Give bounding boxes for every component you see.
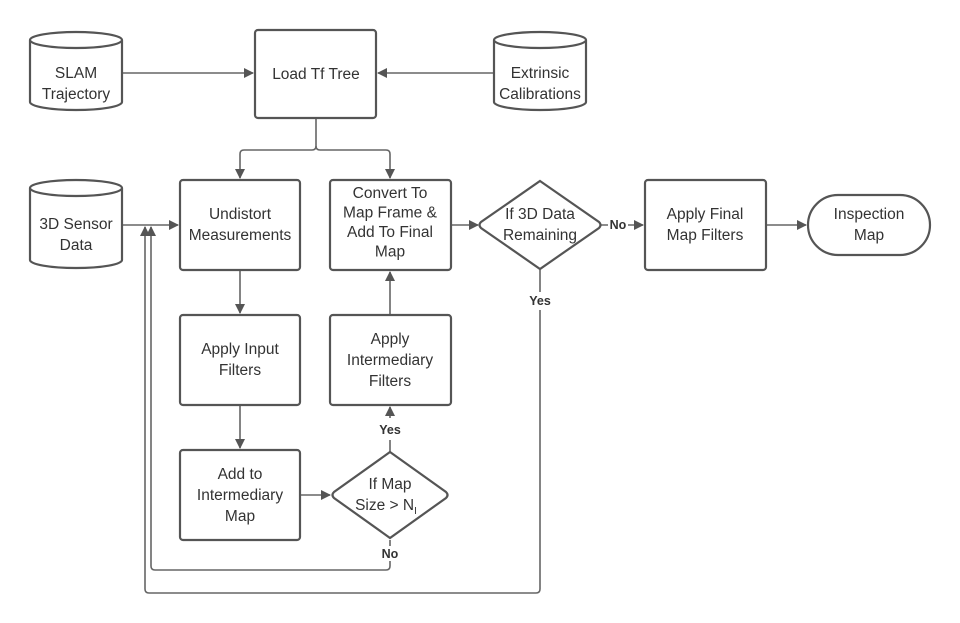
arrow-tf-to-convert	[315, 145, 395, 179]
edge-label-remaining-no: No	[610, 218, 627, 232]
arrow-tf-to-undistort	[235, 118, 317, 179]
node-add-to-intermediary-map: Add to Intermediary Map	[178, 448, 302, 542]
node-slam-trajectory: SLAM Trajectory	[28, 30, 124, 112]
node-extrinsic-calibrations: Extrinsic Calibrations	[492, 30, 588, 112]
edge-label-mapsize-no: No	[382, 547, 399, 561]
node-apply-intermediary-filters: Apply Intermediary Filters	[328, 313, 453, 407]
node-3d-sensor-data: 3D Sensor Data	[28, 178, 124, 270]
decision-map-size: If Map Size > NI	[331, 450, 449, 540]
node-undistort-measurements: Undistort Measurements	[178, 178, 302, 272]
edge-label-mapsize-yes: Yes	[379, 423, 401, 437]
edge-label-remaining-yes: Yes	[529, 294, 551, 308]
node-inspection-map: Inspection Map	[806, 193, 932, 257]
node-convert-to-map-frame: Convert To Map Frame & Add To Final Map	[328, 178, 453, 272]
flowchart: No Yes Yes No SLAM Trajectory Extrinsic Ca…	[28, 28, 932, 594]
svg-text:Load Tf Tree: Load Tf Tree	[272, 66, 360, 83]
decision-3d-data-remaining: If 3D Data Remaining	[478, 179, 602, 271]
node-apply-final-map-filters: Apply Final Map Filters	[643, 178, 768, 272]
node-load-tf-tree: Load Tf Tree	[253, 28, 378, 120]
node-apply-input-filters: Apply Input Filters	[178, 313, 302, 407]
